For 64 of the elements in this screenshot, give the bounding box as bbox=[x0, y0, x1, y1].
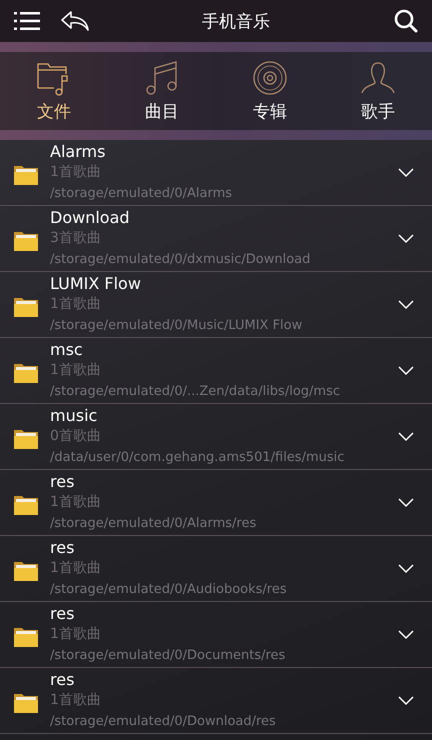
song-count: 1首歌曲 bbox=[50, 625, 102, 644]
folder-icon bbox=[13, 494, 39, 516]
folder-path: /storage/emulated/0/Audiobooks/res bbox=[50, 581, 288, 599]
folder-name: LUMIX Flow bbox=[50, 273, 142, 294]
person-icon bbox=[360, 60, 396, 96]
chevron-down-icon[interactable] bbox=[398, 630, 414, 640]
folder-name: res bbox=[50, 537, 76, 558]
folder-row[interactable]: LUMIX Flow 1首歌曲 /storage/emulated/0/Music/LUMIX Flow bbox=[0, 272, 432, 338]
chevron-down-icon[interactable] bbox=[398, 498, 414, 508]
category-tab[interactable]: 文件 bbox=[0, 52, 108, 130]
category-tab[interactable]: 曲目 bbox=[108, 52, 216, 130]
folder-row[interactable]: Download 3首歌曲 /storage/emulated/0/dxmusic/Download bbox=[0, 206, 432, 272]
folder-path: /storage/emulated/0/Alarms/res bbox=[50, 515, 258, 533]
folder-icon bbox=[13, 560, 39, 582]
folder-path: /storage/emulated/0/Alarms bbox=[50, 185, 234, 203]
chevron-down-icon[interactable] bbox=[398, 432, 414, 442]
folder-name: res bbox=[50, 471, 76, 492]
folder-path: /data/user/0/com.gehang.ams501/files/music bbox=[50, 449, 346, 467]
folder-icon bbox=[13, 362, 39, 384]
disc-icon bbox=[252, 60, 288, 96]
folder-name: music bbox=[50, 405, 98, 426]
folder-icon bbox=[13, 428, 39, 450]
back-icon[interactable] bbox=[60, 10, 90, 32]
folder-name: Alarms bbox=[50, 141, 106, 162]
folder-path: /storage/emulated/0/...Zen/data/libs/log/msc bbox=[50, 383, 341, 401]
chevron-down-icon[interactable] bbox=[398, 234, 414, 244]
menu-icon[interactable] bbox=[14, 11, 40, 31]
chevron-down-icon[interactable] bbox=[398, 564, 414, 574]
category-tab[interactable]: 专辑 bbox=[216, 52, 324, 130]
folder-path: /storage/emulated/0/Music/LUMIX Flow bbox=[50, 317, 304, 335]
song-count: 1首歌曲 bbox=[50, 493, 102, 512]
song-count: 0首歌曲 bbox=[50, 427, 102, 446]
folder-row[interactable]: Alarms 1首歌曲 /storage/emulated/0/Alarms bbox=[0, 140, 432, 206]
folder-name: msc bbox=[50, 339, 84, 360]
song-count: 1首歌曲 bbox=[50, 691, 102, 710]
chevron-down-icon[interactable] bbox=[398, 168, 414, 178]
folder-icon bbox=[13, 230, 39, 252]
category-tab[interactable]: 歌手 bbox=[324, 52, 432, 130]
folder-icon bbox=[13, 692, 39, 714]
search-icon[interactable] bbox=[394, 9, 418, 33]
folder-name: Download bbox=[50, 207, 131, 228]
folder-name: res bbox=[50, 603, 76, 624]
folder-path: /storage/emulated/0/Download/res bbox=[50, 713, 277, 731]
chevron-down-icon[interactable] bbox=[398, 366, 414, 376]
folder-row[interactable]: music 0首歌曲 /data/user/0/com.gehang.ams501/files/music bbox=[0, 404, 432, 470]
song-count: 3首歌曲 bbox=[50, 229, 102, 248]
folder-icon bbox=[13, 296, 39, 318]
folder-row[interactable]: res 1首歌曲 /storage/emulated/0/Alarms/res bbox=[0, 470, 432, 536]
screen-title: 手机音乐 bbox=[201, 10, 271, 32]
song-count: 1首歌曲 bbox=[50, 295, 102, 314]
folder-row[interactable]: msc 1首歌曲 /storage/emulated/0/...Zen/data/libs/log/msc bbox=[0, 338, 432, 404]
folder-row[interactable]: res 1首歌曲 /storage/emulated/0/Audiobooks/res bbox=[0, 536, 432, 602]
chevron-down-icon[interactable] bbox=[398, 300, 414, 310]
folder-name: res bbox=[50, 669, 76, 690]
song-count: 1首歌曲 bbox=[50, 559, 102, 578]
folder-path: /storage/emulated/0/dxmusic/Download bbox=[50, 251, 312, 269]
folder-icon bbox=[13, 164, 39, 186]
folder-icon bbox=[13, 626, 39, 648]
folder-row[interactable]: res 1首歌曲 /storage/emulated/0/Download/res bbox=[0, 668, 432, 734]
chevron-down-icon[interactable] bbox=[398, 696, 414, 706]
folder-path: /storage/emulated/0/Documents/res bbox=[50, 647, 286, 665]
song-count: 1首歌曲 bbox=[50, 361, 102, 380]
song-count: 1首歌曲 bbox=[50, 163, 102, 182]
folder-row[interactable]: res 1首歌曲 /storage/emulated/0/Documents/res bbox=[0, 602, 432, 668]
